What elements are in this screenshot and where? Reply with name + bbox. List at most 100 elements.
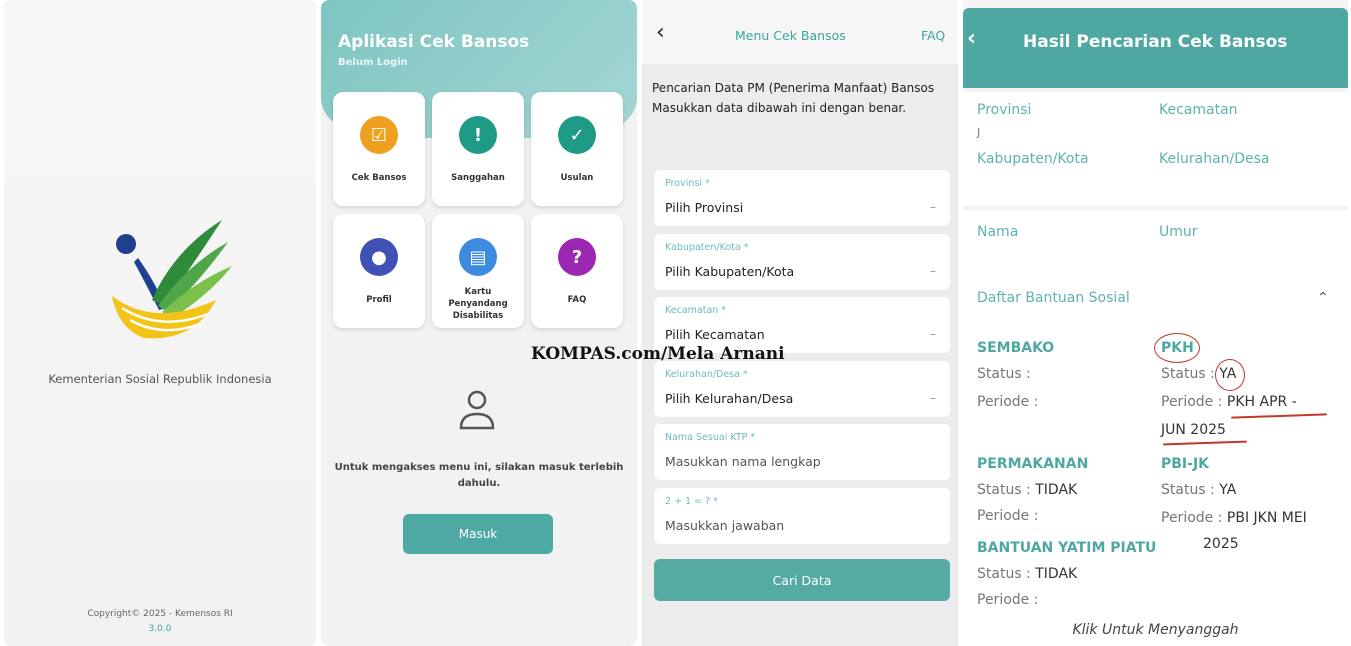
permakanan-periode: Periode : [977, 508, 1038, 524]
pkh-periode-cont: JUN 2025 [1161, 422, 1226, 438]
permakanan-status: Status : TIDAK [977, 482, 1077, 498]
status-value: TIDAK [1035, 566, 1078, 582]
pkh-highlight-circle [1154, 333, 1200, 363]
periode-label: Periode : [1161, 394, 1223, 410]
sembako-periode: Periode : [977, 394, 1038, 410]
status-label: Status : [1161, 482, 1215, 498]
field-label: Kecamatan * [665, 305, 727, 316]
chevron-up-icon[interactable]: ⌃ [1317, 290, 1329, 306]
pbijk-periode-cont: 2025 [1203, 536, 1239, 552]
tile-label: Profil [366, 295, 392, 305]
tile-label: FAQ [567, 295, 587, 305]
field-label: Kelurahan/Desa * [665, 369, 748, 380]
login-message: Untuk mengakses menu ini, silakan masuk … [334, 462, 624, 489]
profile-icon: ● [360, 238, 398, 276]
pkh-periode-underline [1162, 440, 1248, 446]
tile-label: Cek Bansos [351, 173, 407, 183]
login-status: Belum Login [338, 57, 408, 68]
periode-label: Periode : [977, 394, 1039, 410]
faq-link[interactable]: FAQ [921, 28, 945, 43]
tile-profil[interactable]: ● Profil [333, 214, 425, 328]
field-label: 2 + 1 = ? * [665, 496, 718, 507]
copyright-text: Copyright© 2025 - Kemensos RI [87, 609, 233, 619]
program-yatim-piatu: BANTUAN YATIM PIATU [977, 540, 1157, 556]
pbijk-periode: Periode : PBI JKN MEI [1161, 510, 1307, 526]
kemensos-logo-icon [112, 220, 232, 339]
program-sembako: SEMBAKO [977, 340, 1055, 356]
checklist-icon: ☑ [360, 116, 398, 154]
back-arrow-icon[interactable]: ‹ [656, 20, 665, 45]
app-title: Aplikasi Cek Bansos [338, 32, 530, 52]
yatim-periode: Periode : [977, 592, 1038, 608]
pkh-status-circle [1215, 359, 1245, 391]
provinsi-label: Provinsi [977, 102, 1032, 118]
form-intro: Pencarian Data PM (Penerima Manfaat) Ban… [652, 78, 952, 118]
field-label: Nama Sesuai KTP * [665, 432, 756, 443]
kabupaten-label: Kabupaten/Kota [977, 151, 1089, 167]
message-icon: ! [459, 116, 497, 154]
kelurahan-select[interactable]: Kelurahan/Desa * Pilih Kelurahan/Desa – [654, 361, 950, 417]
dropdown-icon: – [930, 327, 936, 341]
periode-label: Periode : [977, 508, 1039, 524]
daftar-bantuan-label: Daftar Bantuan Sosial [977, 290, 1130, 306]
tile-cek-bansos[interactable]: ☑ Cek Bansos [333, 92, 425, 206]
back-arrow-icon[interactable]: ‹ [967, 26, 976, 51]
person-card: Nama Umur Daftar Bantuan Sosial ⌃ SEMBAK… [963, 210, 1348, 646]
yatim-status: Status : TIDAK [977, 566, 1077, 582]
search-form-screen: ‹ Menu Cek Bansos FAQ Pencarian Data PM … [642, 0, 958, 646]
tile-kartu-disabilitas[interactable]: ▤ Kartu Penyandang Disabilitas [432, 214, 524, 328]
tile-usulan[interactable]: ✓ Usulan [531, 92, 623, 206]
field-label: Provinsi * [665, 178, 710, 189]
periode-label: Periode : [977, 592, 1039, 608]
field-placeholder: Masukkan jawaban [665, 518, 785, 533]
field-value: Pilih Kabupaten/Kota [665, 264, 795, 279]
captcha-input[interactable]: 2 + 1 = ? * Masukkan jawaban [654, 488, 950, 544]
periode-value: JUN 2025 [1161, 422, 1226, 438]
status-value: TIDAK [1035, 482, 1078, 498]
user-check-icon: ✓ [558, 116, 596, 154]
dropdown-icon: – [930, 264, 936, 278]
user-icon [459, 390, 495, 430]
nama-label: Nama [977, 224, 1019, 240]
field-value: Pilih Provinsi [665, 200, 744, 215]
kecamatan-label: Kecamatan [1159, 102, 1238, 118]
tile-sanggahan[interactable]: ! Sanggahan [432, 92, 524, 206]
field-value: Pilih Kecamatan [665, 327, 765, 342]
provinsi-select[interactable]: Provinsi * Pilih Provinsi – [654, 170, 950, 226]
card-icon: ▤ [459, 238, 497, 276]
location-card: Provinsi J Kecamatan Kabupaten/Kota Kelu… [963, 92, 1348, 206]
status-label: Status : [1161, 366, 1215, 382]
periode-value: PKH APR - [1226, 394, 1297, 410]
status-label: Status : [977, 566, 1031, 582]
splash-screen: Kementerian Sosial Republik Indonesia Co… [4, 0, 316, 646]
status-value: YA [1219, 482, 1237, 498]
dropdown-icon: – [930, 200, 936, 214]
tile-label: Kartu Penyandang Disabilitas [448, 287, 508, 321]
menyanggah-link[interactable]: Klik Untuk Menyanggah [963, 622, 1348, 638]
result-screen: ‹ Hasil Pencarian Cek Bansos Provinsi J … [963, 0, 1348, 646]
sembako-status: Status : [977, 366, 1031, 382]
status-label: Status : [977, 366, 1031, 382]
login-button[interactable]: Masuk [403, 514, 553, 554]
tile-faq[interactable]: ? FAQ [531, 214, 623, 328]
periode-value: 2025 [1203, 536, 1239, 552]
periode-label: Periode : [1161, 510, 1223, 526]
tile-label: Sanggahan [451, 173, 505, 183]
status-label: Status : [977, 482, 1031, 498]
dropdown-icon: – [930, 391, 936, 405]
result-title: Hasil Pencarian Cek Bansos [1023, 32, 1288, 52]
org-name: Kementerian Sosial Republik Indonesia [48, 372, 272, 386]
menu-screen: Aplikasi Cek Bansos Belum Login ☑ Cek Ba… [321, 0, 637, 646]
nama-ktp-input[interactable]: Nama Sesuai KTP * Masukkan nama lengkap [654, 424, 950, 480]
intro-line: Masukkan data dibawah ini dengan benar. [652, 101, 907, 115]
provinsi-value: J [977, 126, 981, 139]
pkh-periode: Periode : PKH APR - [1161, 394, 1297, 410]
kabupaten-select[interactable]: Kabupaten/Kota * Pilih Kabupaten/Kota – [654, 234, 950, 290]
search-button[interactable]: Cari Data [654, 559, 950, 601]
periode-value: PBI JKN MEI [1226, 510, 1307, 526]
form-title: Menu Cek Bansos [735, 28, 846, 43]
watermark: KOMPAS.com/Mela Arnani [531, 344, 785, 364]
question-icon: ? [558, 238, 596, 276]
pkh-periode-underline [1230, 413, 1328, 419]
field-label: Kabupaten/Kota * [665, 242, 749, 253]
